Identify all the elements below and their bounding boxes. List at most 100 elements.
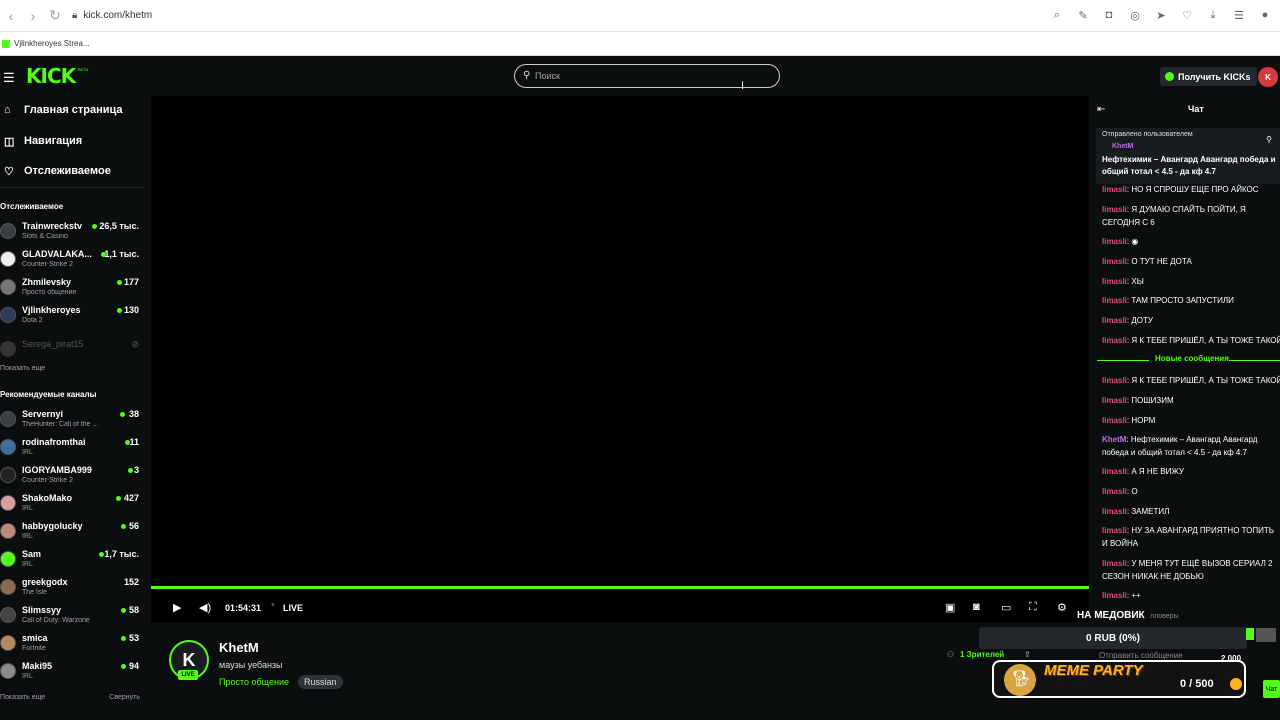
search-page-icon[interactable]: ⌕ xyxy=(1050,8,1064,22)
avatar xyxy=(0,523,16,539)
recommended-channel[interactable]: Servernyi TheHunter: Call of the ... 38 xyxy=(0,408,144,434)
time-display: 01:54:31 xyxy=(225,603,262,613)
send-icon[interactable]: ➤ xyxy=(1154,8,1168,22)
recommended-channel[interactable]: Maki95 IRL 94 xyxy=(0,660,144,686)
chat-message: limasli: ++ xyxy=(1102,591,1141,600)
avatar xyxy=(0,467,16,483)
followed-channel[interactable]: Serega_pirat15 ⊘ xyxy=(0,338,144,364)
forward-icon[interactable]: › xyxy=(22,5,44,27)
recommended-channel[interactable]: ShakoMako IRL 427 xyxy=(0,492,144,518)
separator-dot: • xyxy=(271,599,275,611)
followed-channel[interactable]: Trainwreckstv Slots & Casino 26,5 тыс. xyxy=(0,220,144,246)
search-input[interactable] xyxy=(535,69,765,83)
kick-logo[interactable]: KICK xyxy=(26,64,76,88)
category-link[interactable]: Просто общение xyxy=(219,677,289,687)
chat-message: limasli: О ТУТ НЕ ДОТА xyxy=(1102,257,1192,266)
followed-channel[interactable]: GLADVALAKA... Counter-Strike 2 1,1 тыс. xyxy=(0,248,144,274)
collapse-link[interactable]: Свернуть xyxy=(109,694,140,701)
streamer-name[interactable]: KhetM xyxy=(219,640,259,655)
recommended-channel[interactable]: IGORYAMBA999 Counter-Strike 2 3 xyxy=(0,464,144,490)
pinned-user[interactable]: KhetM xyxy=(1112,143,1133,150)
recommended-channel[interactable]: Slimssyy Call of Duty: Warzone 58 xyxy=(0,604,144,630)
shield-icon[interactable]: ◎ xyxy=(1128,8,1142,22)
recommended-channel[interactable]: greekgodx The Isle 152 xyxy=(0,576,144,602)
avatar xyxy=(0,635,16,651)
play-icon[interactable]: ▶ xyxy=(173,601,181,614)
meme-party-label: MEME PARTY xyxy=(1044,662,1143,679)
camera-icon[interactable]: ◘ xyxy=(1102,8,1116,22)
collapse-chat-icon[interactable]: ⇤ xyxy=(1097,104,1105,115)
recommended-channel[interactable]: Sam IRL 1,7 тыс. xyxy=(0,548,144,574)
pin-icon[interactable]: ⚲ xyxy=(1266,135,1272,144)
kick-favicon-icon xyxy=(2,39,10,48)
chat-message: limasli: О xyxy=(1102,487,1138,496)
beta-label: BETA xyxy=(78,67,89,72)
language-tag[interactable]: Russian xyxy=(298,675,343,689)
offline-icon: ⊘ xyxy=(131,339,139,349)
back-icon[interactable]: ‹ xyxy=(0,5,22,27)
user-avatar[interactable]: K xyxy=(1258,67,1278,87)
download-icon[interactable]: ⤓ xyxy=(1206,8,1220,22)
avatar xyxy=(0,495,16,511)
chat-message: limasli: У МЕНЯ ТУТ ЕЩЁ ВЫЗОВ СЕРИАЛ 2 С… xyxy=(1102,559,1273,581)
sidebar-item-browse[interactable]: ◫ Навигация xyxy=(4,131,82,151)
sidebar-item-home[interactable]: ⌂ Главная страница xyxy=(4,100,123,120)
profile-icon[interactable]: ● xyxy=(1258,8,1272,22)
send-chat-button[interactable]: Чат xyxy=(1263,680,1280,698)
sidebar-item-following[interactable]: ♡ Отслеживаемое xyxy=(4,161,111,181)
share-icon[interactable]: ⇪ xyxy=(1024,650,1031,659)
menu-icon[interactable]: ☰ xyxy=(1232,8,1246,22)
avatar xyxy=(0,607,16,623)
chat-message: limasli: ТАМ ПРОСТО ЗАПУСТИЛИ xyxy=(1102,296,1234,305)
sidebar-item-label: Главная страница xyxy=(24,104,123,116)
live-dot xyxy=(121,608,126,613)
show-more-link[interactable]: Показать еще xyxy=(0,694,45,701)
get-kicks-button[interactable]: Получить KICKs xyxy=(1160,67,1257,86)
hamburger-icon[interactable]: ☰ xyxy=(3,70,15,86)
followed-channel[interactable]: Zhmilevsky Просто общение 177 xyxy=(0,276,144,302)
followed-channel[interactable]: Vjlinkheroyes Dota 2 130 xyxy=(0,304,144,330)
recommended-channel[interactable]: rodinafromthai IRL 11 xyxy=(0,436,144,462)
meme-progress: 0 / 500 xyxy=(1180,678,1214,690)
heart-outline-icon[interactable]: ♡ xyxy=(1180,8,1194,22)
pip-icon[interactable]: ▣ xyxy=(945,601,955,614)
live-dot xyxy=(92,224,97,229)
viewers-icon: ⚇ xyxy=(947,650,955,659)
fullscreen-icon[interactable]: ⛶ xyxy=(1029,601,1037,614)
clip-icon[interactable]: ◙ xyxy=(973,601,980,613)
browser-toolbar: ‹ › ↻ 🔒︎ kick.com/khetm ⌕ ✎ ◘ ◎ ➤ ♡ ⤓ ☰ … xyxy=(0,0,1280,32)
progress-bar[interactable] xyxy=(151,586,1089,589)
address-bar[interactable]: kick.com/khetm xyxy=(83,10,152,21)
bookmarks-bar: Vjlinkheroyes Strea... xyxy=(0,32,1280,56)
sidebar: ⌂ Главная страница ◫ Навигация ♡ Отслежи… xyxy=(0,96,150,720)
chat-input[interactable]: Отправить сообщение xyxy=(1099,651,1219,660)
theater-icon[interactable]: ▭ xyxy=(1001,601,1011,614)
recommended-heading: Рекомендуемые каналы xyxy=(0,390,97,399)
compass-icon: ◫ xyxy=(4,135,15,148)
volume-icon[interactable]: ◀) xyxy=(199,601,211,614)
bookmark-item[interactable]: Vjlinkheroyes Strea... xyxy=(14,39,90,48)
chat-message: limasli: ПОШИЗИМ xyxy=(1102,396,1174,405)
live-label: LIVE xyxy=(283,603,304,613)
chat-message: KhetM: Нефтехимик – Авангард Авангард по… xyxy=(1102,435,1258,457)
heart-icon: ♡ xyxy=(4,165,14,178)
avatar xyxy=(0,251,16,267)
goal-title: НА МЕДОВИК xyxy=(1077,610,1145,621)
pinned-label: Отправлено пользователем xyxy=(1102,131,1193,138)
chat-message: limasli: ◉ xyxy=(1102,237,1139,246)
recommended-channel[interactable]: habbygolucky IRL 56 xyxy=(0,520,144,546)
show-more-link[interactable]: Показать еще xyxy=(0,365,45,372)
live-dot xyxy=(117,280,122,285)
edit-icon[interactable]: ✎ xyxy=(1076,8,1090,22)
pinned-message: Отправлено пользователем KhetM Нефтехими… xyxy=(1096,128,1280,184)
donation-progress: 0 RUB (0%) xyxy=(979,627,1247,649)
doge-icon: 🐕︎ xyxy=(1011,671,1032,688)
chat-avatars xyxy=(1246,628,1280,642)
video-player[interactable] xyxy=(151,96,1089,622)
emote-icon: ◉ xyxy=(1131,237,1139,246)
recommended-channel[interactable]: smica Fortnite 53 xyxy=(0,632,144,658)
reload-icon[interactable]: ↻ xyxy=(44,5,66,27)
settings-icon[interactable]: ⚙ xyxy=(1057,601,1067,614)
search-icon: ⚲ xyxy=(523,70,531,81)
chat-message: limasli: ЗАМЕТИЛ xyxy=(1102,507,1170,516)
